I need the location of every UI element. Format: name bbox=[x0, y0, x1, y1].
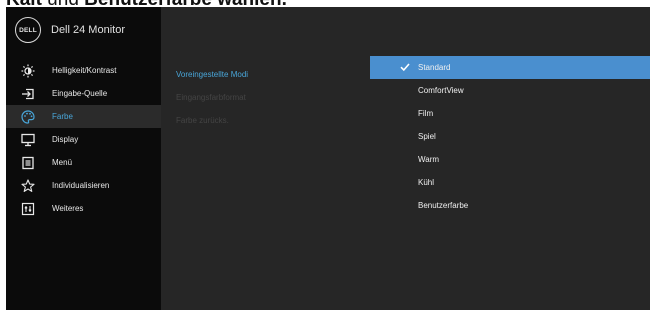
sidebar: DELL Dell 24 Monitor Helligkeit/Kontrast… bbox=[6, 7, 161, 310]
main-menu: Helligkeit/Kontrast Eingabe-Quelle Farbe… bbox=[6, 59, 161, 220]
option-label: Benutzerfarbe bbox=[418, 201, 469, 210]
nav-item-input-source[interactable]: Eingabe-Quelle bbox=[6, 82, 161, 105]
option-label: Standard bbox=[418, 63, 451, 72]
nav-item-menu[interactable]: Menü bbox=[6, 151, 161, 174]
nav-item-personalize[interactable]: Individualisieren bbox=[6, 174, 161, 197]
submenu-item-reset-color: Farbe zurücks. bbox=[176, 116, 229, 125]
menu-icon bbox=[20, 155, 36, 171]
nav-item-display[interactable]: Display bbox=[6, 128, 161, 151]
nav-label: Individualisieren bbox=[52, 181, 110, 190]
nav-label: Menü bbox=[52, 158, 73, 167]
nav-item-brightness-contrast[interactable]: Helligkeit/Kontrast bbox=[6, 59, 161, 82]
brightness-icon bbox=[20, 63, 36, 79]
option-game[interactable]: Spiel bbox=[370, 125, 650, 148]
submenu-item-input-color-format: Eingangsfarbformat bbox=[176, 93, 246, 102]
option-label: ComfortView bbox=[418, 86, 464, 95]
dell-logo: DELL bbox=[15, 17, 41, 43]
brand-header: DELL Dell 24 Monitor bbox=[6, 7, 161, 53]
display-icon bbox=[20, 132, 36, 148]
nav-label: Eingabe-Quelle bbox=[52, 89, 108, 98]
nav-item-color[interactable]: Farbe bbox=[6, 105, 161, 128]
nav-label: Weiteres bbox=[52, 204, 84, 213]
nav-label: Farbe bbox=[52, 112, 73, 121]
checkmark-icon bbox=[400, 62, 410, 72]
input-source-icon bbox=[20, 86, 36, 102]
monitor-model: Dell 24 Monitor bbox=[51, 24, 125, 36]
option-film[interactable]: Film bbox=[370, 102, 650, 125]
submenu-item-preset-modes[interactable]: Voreingestellte Modi bbox=[176, 63, 376, 86]
option-custom-color[interactable]: Benutzerfarbe bbox=[370, 194, 650, 217]
option-label: Spiel bbox=[418, 132, 436, 141]
osd-window: DELL Dell 24 Monitor Helligkeit/Kontrast… bbox=[6, 7, 650, 310]
option-standard[interactable]: Standard bbox=[370, 56, 650, 79]
star-icon bbox=[20, 178, 36, 194]
others-icon bbox=[20, 201, 36, 217]
option-cool[interactable]: Kühl bbox=[370, 171, 650, 194]
option-warm[interactable]: Warm bbox=[370, 148, 650, 171]
nav-label: Display bbox=[52, 135, 79, 144]
option-comfortview[interactable]: ComfortView bbox=[370, 79, 650, 102]
option-label: Kühl bbox=[418, 178, 435, 187]
nav-item-others[interactable]: Weiteres bbox=[6, 197, 161, 220]
palette-icon bbox=[20, 109, 36, 125]
preset-mode-list: Standard ComfortView Film Spiel Warm Küh… bbox=[370, 56, 650, 217]
submenu: Voreingestellte Modi Eingangsfarbformat … bbox=[176, 63, 376, 132]
option-label: Warm bbox=[418, 155, 440, 164]
nav-label: Helligkeit/Kontrast bbox=[52, 66, 117, 75]
option-label: Film bbox=[418, 109, 434, 118]
